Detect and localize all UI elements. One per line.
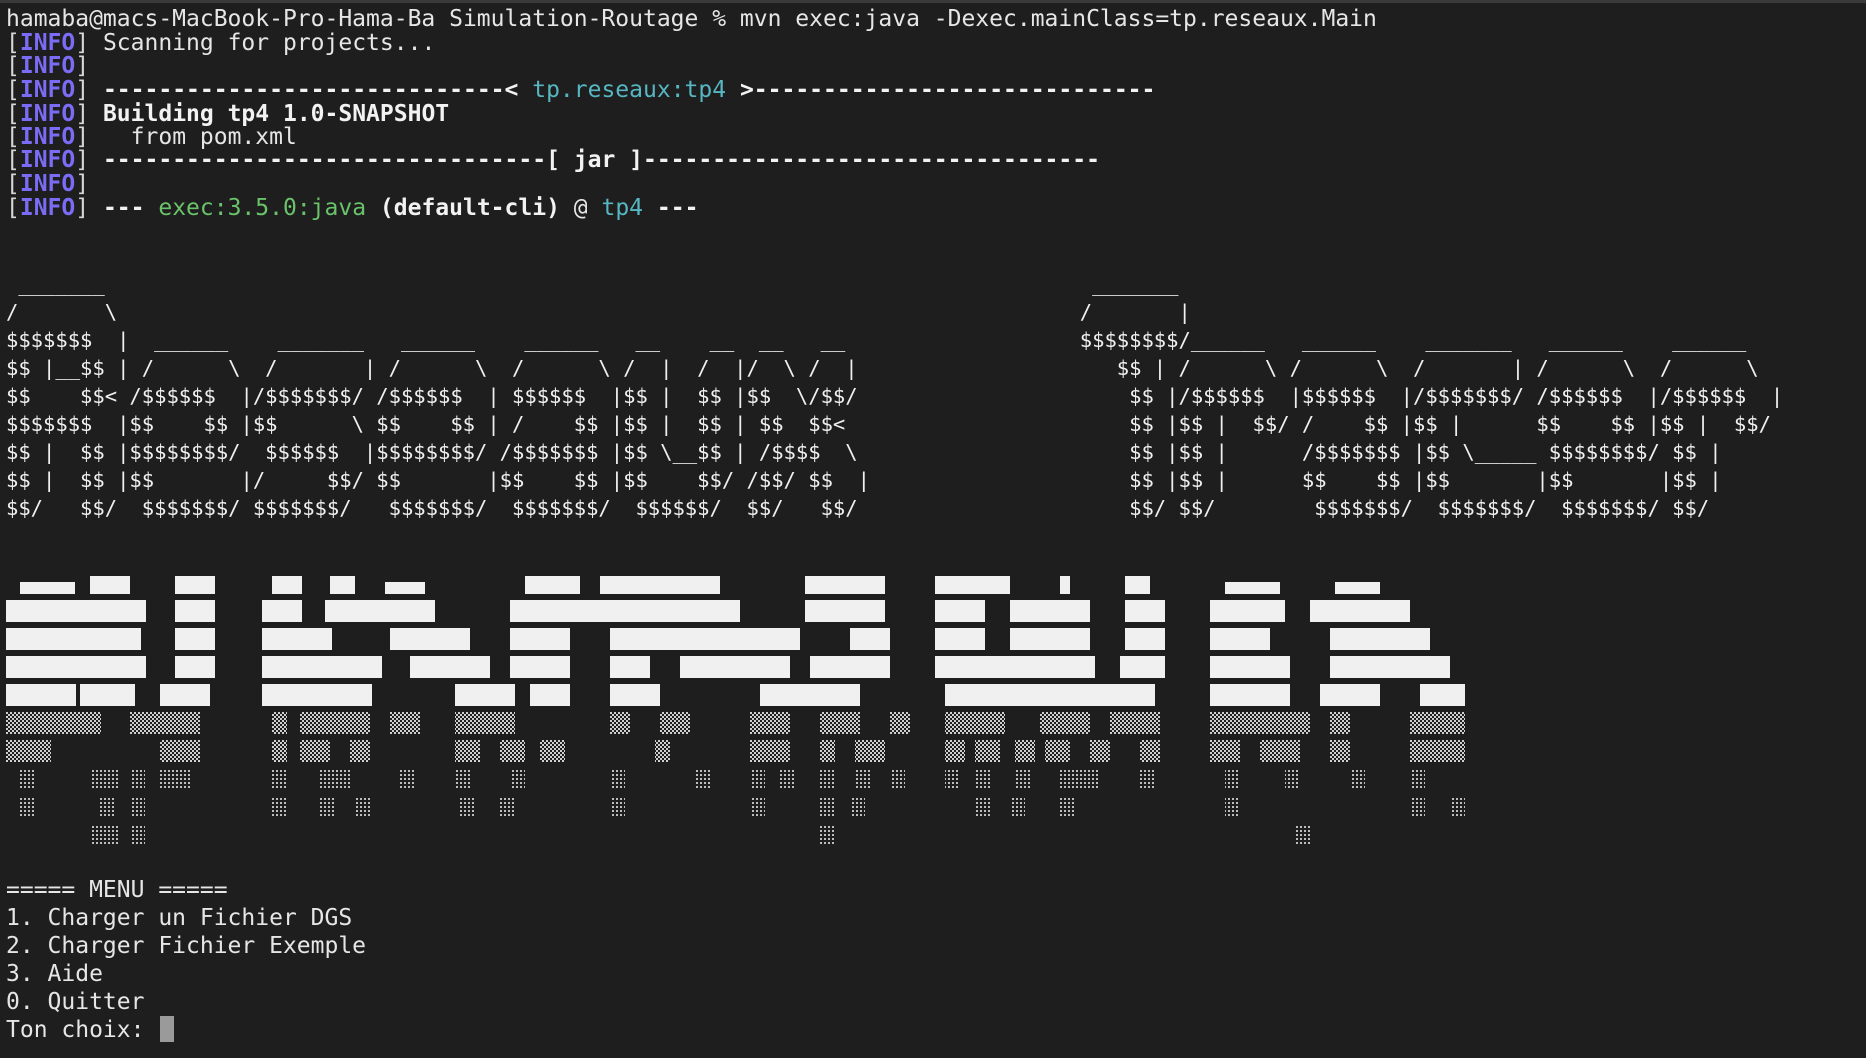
exec-dash: ---: [102, 195, 159, 221]
execution-id: (default-cli): [366, 195, 560, 221]
artifact-id: tp.reseaux:tp4: [532, 77, 727, 103]
menu-item-help: 3. Aide: [6, 961, 103, 987]
log-line-jar: [INFO] --------------------------------[…: [6, 147, 1100, 173]
project-name: tp4: [601, 195, 644, 221]
choice-prompt-line[interactable]: Ton choix:: [6, 1016, 175, 1044]
packaging-separator: --------------------------------[ jar ]-…: [102, 147, 1100, 173]
block-letter-art: [0, 570, 1480, 850]
window-top-border: [0, 0, 1866, 3]
ascii-art-banner: _______ _______ / \ / | $$$$$$$ | ______…: [6, 272, 1784, 520]
exec-dash-end: ---: [643, 195, 699, 221]
plugin-goal: exec:3.5.0:java: [158, 195, 367, 221]
at-sign: @: [559, 195, 602, 221]
log-text: Scanning for projects...: [102, 30, 436, 56]
menu-item-quit: 0. Quitter: [6, 989, 145, 1015]
terminal-window[interactable]: hamaba@macs-MacBook-Pro-Hama-Ba Simulati…: [0, 0, 1866, 1058]
log-line-exec: [INFO] --- exec:3.5.0:java (default-cli)…: [6, 195, 699, 221]
menu-item-load-dgs: 1. Charger un Fichier DGS: [6, 905, 353, 931]
menu-title: ===== MENU =====: [6, 877, 228, 903]
block-art-graphic: [6, 576, 1465, 846]
text-cursor[interactable]: [160, 1016, 175, 1042]
menu-item-load-example: 2. Charger Fichier Exemple: [6, 933, 367, 959]
separator-right: >-----------------------------: [726, 77, 1156, 103]
info-tag: INFO: [19, 195, 76, 221]
choice-prompt: Ton choix:: [6, 1017, 159, 1043]
